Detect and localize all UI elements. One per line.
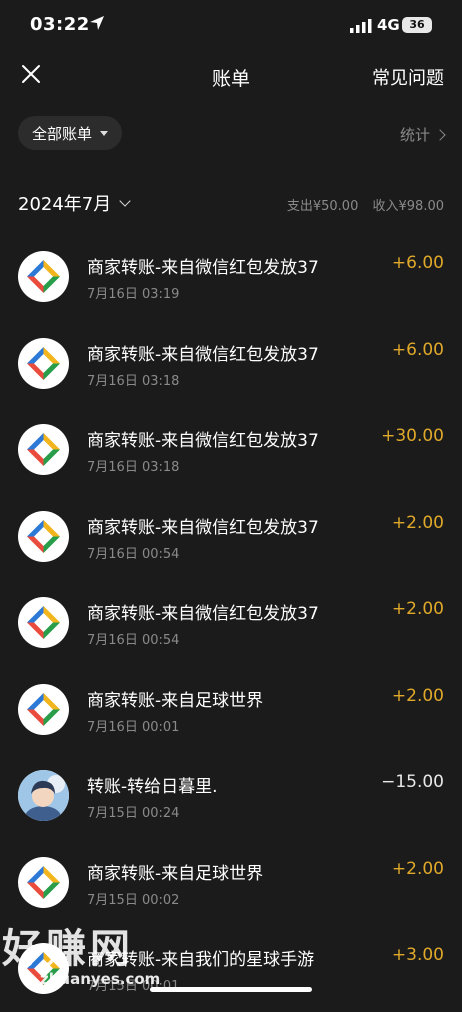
caret-down-icon (100, 130, 109, 136)
income-total: 收入¥98.00 (372, 199, 445, 214)
merchant-logo-icon (18, 251, 69, 302)
transaction-amount: +3.00 (391, 945, 444, 965)
transaction-title: 商家转账-来自微信红包发放37 (87, 431, 319, 451)
transaction-row[interactable]: 商家转账-来自足球世界 7月15日 00:02 +2.00 (0, 839, 462, 926)
network-type: 4G (377, 16, 400, 34)
signal-icon (350, 19, 372, 33)
transaction-title: 商家转账-来自微信红包发放37 (87, 517, 319, 538)
month-selector[interactable]: 2024年7月 (18, 190, 131, 216)
transaction-time: 7月16日 00:54 (87, 546, 180, 562)
month-label: 2024年7月 (18, 194, 112, 215)
transaction-amount: +6.00 (391, 339, 444, 360)
stats-label: 统计 (399, 126, 430, 144)
transaction-time: 7月16日 03:18 (87, 460, 180, 475)
transaction-row[interactable]: 商家转账-来自微信红包发放37 7月16日 03:19 +6.00 (0, 233, 462, 320)
transaction-amount: −15.00 (381, 772, 444, 792)
chevron-right-icon (434, 128, 446, 141)
transaction-row[interactable]: 商家转账-来自足球世界 7月16日 00:01 +2.00 (0, 666, 462, 753)
transaction-amount: +6.00 (391, 253, 444, 273)
transaction-title: 转账-转给日暮里. (87, 777, 218, 797)
merchant-logo-icon (18, 424, 69, 475)
merchant-logo-icon (18, 856, 69, 908)
transaction-title: 商家转账-来自足球世界 (87, 863, 264, 884)
title-bar: 账单 常见问题 (0, 52, 462, 100)
merchant-logo-icon (18, 510, 69, 562)
month-summary: 支出¥50.00 收入¥98.00 (277, 195, 444, 214)
status-time: 03:22 (30, 14, 90, 35)
transaction-amount: +2.00 (391, 858, 444, 879)
faq-link[interactable]: 常见问题 (372, 64, 444, 90)
merchant-logo-icon (18, 597, 69, 648)
transaction-title: 商家转账-来自微信红包发放37 (87, 258, 319, 278)
user-avatar (18, 770, 69, 821)
transaction-time: 7月16日 00:01 (87, 719, 180, 735)
transaction-row[interactable]: 商家转账-来自我们的星球手游 7月15日 00:01 +3.00 (0, 925, 462, 1012)
month-bar: 2024年7月 支出¥50.00 收入¥98.00 (0, 176, 462, 226)
location-arrow-icon (90, 16, 104, 30)
battery-icon: 36 (402, 17, 432, 33)
transaction-row[interactable]: 商家转账-来自微信红包发放37 7月16日 00:54 +2.00 (0, 579, 462, 666)
merchant-logo-icon (18, 943, 69, 994)
transaction-time: 7月15日 00:02 (87, 892, 180, 908)
bill-filter-dropdown[interactable]: 全部账单 (18, 116, 123, 150)
home-indicator (150, 987, 312, 992)
transaction-time: 7月16日 03:19 (87, 287, 180, 302)
chevron-down-icon (119, 194, 131, 207)
transaction-title: 商家转账-来自我们的星球手游 (87, 950, 315, 970)
expense-total: 支出¥50.00 (286, 199, 359, 214)
transaction-title: 商家转账-来自足球世界 (87, 690, 264, 711)
transaction-amount: +30.00 (381, 426, 444, 446)
merchant-logo-icon (18, 683, 69, 735)
transaction-amount: +2.00 (391, 512, 444, 533)
transaction-row[interactable]: 商家转账-来自微信红包发放37 7月16日 00:54 +2.00 (0, 493, 462, 580)
transaction-list: 商家转账-来自微信红包发放37 7月16日 03:19 +6.00 商家转账-来自微信… (0, 233, 462, 1012)
filter-bar: 全部账单 统计 (0, 110, 462, 158)
transaction-row[interactable]: 商家转账-来自微信红包发放37 7月16日 03:18 +6.00 (0, 320, 462, 407)
stats-link[interactable]: 统计 (399, 124, 446, 145)
transaction-time: 7月16日 03:18 (87, 373, 180, 389)
status-bar: 03:22 4G 36 (0, 0, 462, 52)
transaction-title: 商家转账-来自微信红包发放37 (87, 604, 319, 624)
bill-filter-label: 全部账单 (32, 124, 93, 143)
transaction-time: 7月15日 00:24 (87, 806, 180, 821)
transaction-time: 7月16日 00:54 (87, 633, 180, 648)
transaction-amount: +2.00 (391, 599, 444, 619)
transaction-amount: +2.00 (391, 685, 444, 706)
merchant-logo-icon (18, 337, 69, 389)
transaction-row[interactable]: 商家转账-来自微信红包发放37 7月16日 03:18 +30.00 (0, 406, 462, 493)
transaction-title: 商家转账-来自微信红包发放37 (87, 344, 319, 365)
transaction-row[interactable]: 转账-转给日暮里. 7月15日 00:24 −15.00 (0, 752, 462, 839)
